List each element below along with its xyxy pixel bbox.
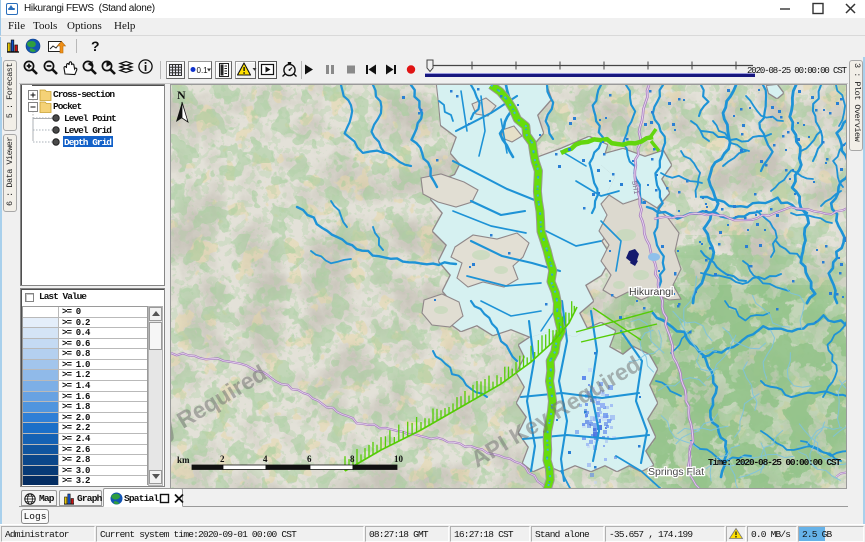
svg-text:6: 6 bbox=[307, 454, 312, 464]
svg-text:N: N bbox=[177, 88, 186, 102]
svg-text:0.1: 0.1 bbox=[197, 66, 209, 75]
svg-text:8: 8 bbox=[350, 454, 355, 464]
svg-text:Hikurangi: Hikurangi bbox=[629, 286, 673, 298]
svg-text:4: 4 bbox=[263, 454, 268, 464]
svg-text:Time: 2020-08-25 00:00:00 CST: Time: 2020-08-25 00:00:00 CST bbox=[708, 457, 841, 468]
svg-text:Springs Flat: Springs Flat bbox=[648, 466, 704, 478]
svg-text:2: 2 bbox=[220, 454, 225, 464]
svg-text:10: 10 bbox=[394, 454, 404, 464]
svg-text:km: km bbox=[177, 455, 190, 465]
